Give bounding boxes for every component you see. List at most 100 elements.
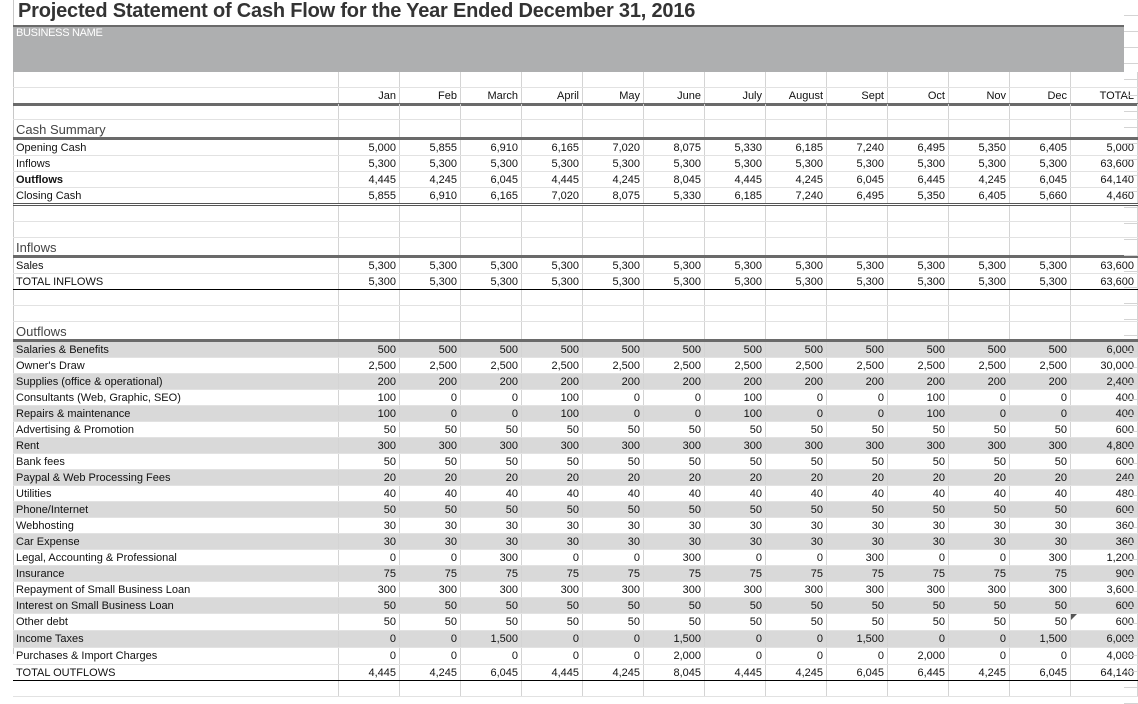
value-cell[interactable]: 5,300 [948, 255, 1010, 274]
value-cell[interactable]: 50 [704, 421, 766, 438]
empty-cell[interactable] [643, 289, 705, 306]
value-cell[interactable]: 300 [338, 437, 400, 454]
value-cell[interactable]: 200 [1009, 373, 1071, 390]
empty-cell[interactable] [521, 680, 583, 697]
value-cell[interactable]: 200 [948, 373, 1010, 390]
value-cell[interactable]: 30 [704, 517, 766, 534]
value-cell[interactable]: 5,300 [460, 273, 522, 290]
value-cell[interactable]: 0 [704, 549, 766, 566]
value-cell[interactable]: 4,445 [338, 664, 400, 681]
empty-cell[interactable] [643, 221, 705, 238]
value-cell[interactable]: 50 [1009, 501, 1071, 518]
empty-cell[interactable] [887, 305, 949, 322]
row-label[interactable]: TOTAL OUTFLOWS [13, 664, 339, 681]
value-cell[interactable]: 50 [460, 613, 522, 631]
value-cell[interactable]: 50 [399, 501, 461, 518]
value-cell[interactable]: 6,405 [1009, 137, 1071, 156]
value-cell[interactable]: 75 [887, 565, 949, 582]
empty-cell[interactable] [765, 321, 827, 341]
empty-cell[interactable] [338, 680, 400, 697]
value-cell[interactable]: 5,300 [582, 255, 644, 274]
value-cell[interactable]: 300 [826, 581, 888, 598]
value-cell[interactable]: 30 [765, 533, 827, 550]
empty-cell[interactable] [460, 204, 522, 222]
value-cell[interactable]: 500 [643, 339, 705, 358]
value-cell[interactable]: 40 [704, 485, 766, 502]
value-cell[interactable]: 20 [582, 469, 644, 486]
value-cell[interactable]: 2,500 [399, 357, 461, 374]
value-cell[interactable]: 300 [460, 581, 522, 598]
value-cell[interactable]: 40 [338, 485, 400, 502]
value-cell[interactable]: 5,300 [704, 255, 766, 274]
value-cell[interactable]: 50 [643, 501, 705, 518]
empty-cell[interactable] [826, 237, 888, 257]
value-cell[interactable]: 30 [521, 533, 583, 550]
value-cell[interactable]: 5,350 [887, 187, 949, 206]
value-cell[interactable]: 50 [1009, 421, 1071, 438]
value-cell[interactable]: 200 [826, 373, 888, 390]
value-cell[interactable]: 0 [765, 630, 827, 648]
value-cell[interactable]: 50 [399, 613, 461, 631]
value-cell[interactable]: 5,300 [948, 273, 1010, 290]
value-cell[interactable]: 40 [643, 485, 705, 502]
value-cell[interactable]: 500 [948, 339, 1010, 358]
value-cell[interactable]: 30 [887, 517, 949, 534]
empty-cell[interactable] [338, 221, 400, 238]
value-cell[interactable]: 30 [826, 533, 888, 550]
outflows-heading-label[interactable]: Outflows [13, 321, 339, 341]
row-label[interactable]: TOTAL INFLOWS [13, 273, 339, 290]
row-label[interactable]: Bank fees [13, 453, 339, 470]
empty-cell[interactable] [887, 321, 949, 341]
value-cell[interactable]: 50 [704, 501, 766, 518]
value-cell[interactable]: 20 [1009, 469, 1071, 486]
empty-cell[interactable] [1009, 321, 1071, 341]
value-cell[interactable]: 5,300 [338, 155, 400, 172]
value-cell[interactable]: 300 [399, 581, 461, 598]
value-cell[interactable]: 6,165 [521, 137, 583, 156]
empty-cell[interactable] [13, 305, 339, 322]
empty-cell[interactable] [765, 305, 827, 322]
empty-cell[interactable] [460, 289, 522, 306]
value-cell[interactable]: 0 [887, 549, 949, 566]
value-cell[interactable]: 20 [521, 469, 583, 486]
value-cell[interactable]: 300 [826, 437, 888, 454]
value-cell[interactable]: 6,495 [826, 187, 888, 206]
value-cell[interactable]: 30 [643, 517, 705, 534]
empty-cell[interactable] [13, 289, 339, 306]
value-cell[interactable]: 20 [826, 469, 888, 486]
value-cell[interactable]: 6,405 [948, 187, 1010, 206]
value-cell[interactable]: 50 [948, 453, 1010, 470]
empty-cell[interactable] [338, 305, 400, 322]
value-cell[interactable]: 50 [765, 613, 827, 631]
value-cell[interactable]: 5,000 [338, 137, 400, 156]
value-cell[interactable]: 50 [826, 421, 888, 438]
column-header-sept[interactable]: Sept [826, 87, 888, 106]
empty-cell[interactable] [399, 237, 461, 257]
empty-cell[interactable] [887, 221, 949, 238]
empty-cell[interactable] [948, 305, 1010, 322]
value-cell[interactable]: 8,075 [582, 187, 644, 206]
row-label[interactable]: Closing Cash [13, 187, 339, 206]
value-cell[interactable]: 8,045 [643, 171, 705, 188]
empty-cell[interactable] [13, 221, 339, 238]
value-cell[interactable]: 0 [948, 549, 1010, 566]
value-cell[interactable]: 4,245 [948, 664, 1010, 681]
value-cell[interactable]: 5,300 [1009, 273, 1071, 290]
value-cell[interactable]: 300 [521, 581, 583, 598]
value-cell[interactable]: 0 [765, 647, 827, 665]
empty-cell[interactable] [460, 221, 522, 238]
value-cell[interactable]: 200 [643, 373, 705, 390]
value-cell[interactable]: 50 [399, 597, 461, 614]
row-label[interactable]: Interest on Small Business Loan [13, 597, 339, 614]
empty-cell[interactable] [643, 204, 705, 222]
label-header-cell[interactable] [13, 87, 339, 106]
value-cell[interactable]: 5,300 [338, 273, 400, 290]
value-cell[interactable]: 50 [582, 421, 644, 438]
empty-cell[interactable] [704, 237, 766, 257]
value-cell[interactable]: 6,045 [826, 171, 888, 188]
empty-cell[interactable] [1009, 237, 1071, 257]
value-cell[interactable]: 0 [460, 647, 522, 665]
column-header-june[interactable]: June [643, 87, 705, 106]
empty-cell[interactable] [1009, 104, 1071, 120]
value-cell[interactable]: 0 [399, 405, 461, 422]
